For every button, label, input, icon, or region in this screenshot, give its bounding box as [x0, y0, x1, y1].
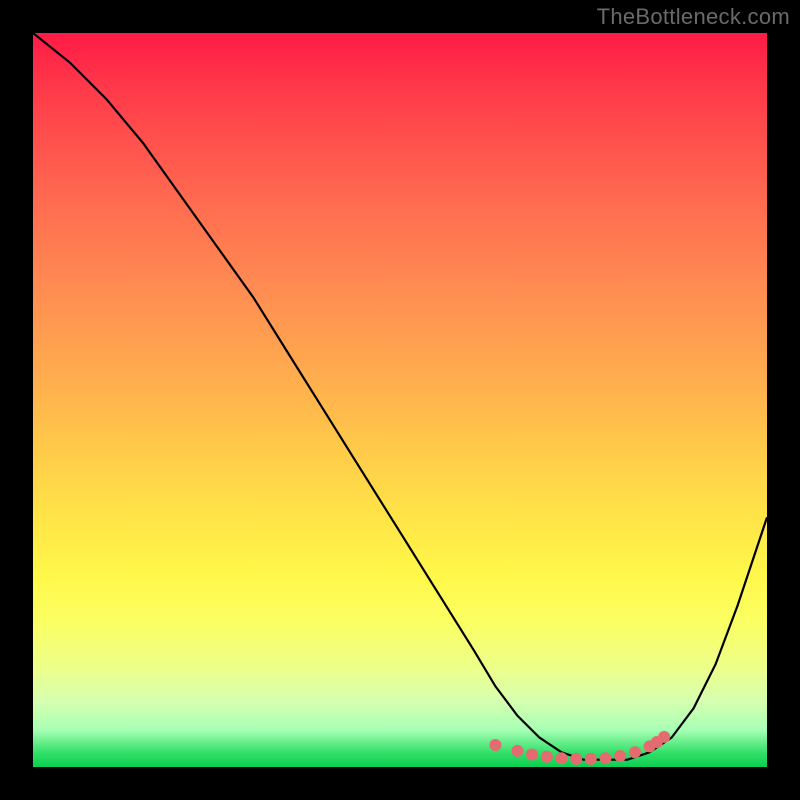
watermark-text: TheBottleneck.com [597, 4, 790, 30]
chart-svg [33, 33, 767, 767]
highlight-dot [511, 745, 523, 757]
highlight-dot [600, 752, 612, 764]
highlight-dot [614, 750, 626, 762]
highlight-dot [556, 752, 568, 764]
highlight-dot [489, 739, 501, 751]
highlight-dot [541, 751, 553, 763]
curve-line [33, 33, 767, 760]
highlight-dot [585, 753, 597, 765]
highlight-dot [658, 731, 670, 743]
highlight-dot [570, 753, 582, 765]
highlight-dot [526, 749, 538, 761]
highlight-dots-group [489, 731, 670, 765]
chart-plot-area [33, 33, 767, 767]
highlight-dot [629, 746, 641, 758]
